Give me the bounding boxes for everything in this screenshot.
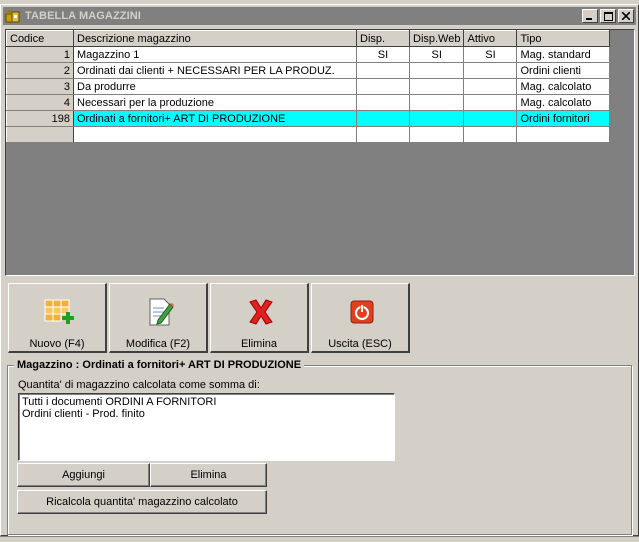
- maximize-button[interactable]: [600, 9, 616, 23]
- cell-tipo[interactable]: Ordini fornitori: [516, 110, 611, 127]
- column-header-codice[interactable]: Codice: [6, 30, 74, 47]
- cell-codice-empty[interactable]: [6, 126, 74, 143]
- list-item[interactable]: Tutti i documenti ORDINI A FORNITORI: [22, 396, 391, 408]
- maximize-icon: [603, 11, 613, 21]
- cell-dispweb[interactable]: [409, 78, 465, 95]
- cell-disp[interactable]: [356, 110, 410, 127]
- ricalcola-button[interactable]: Ricalcola quantita' magazzino calcolato: [17, 490, 267, 514]
- column-header-descrizione[interactable]: Descrizione magazzino: [73, 30, 357, 47]
- cell-dispweb[interactable]: [409, 62, 465, 79]
- table-header-row: Codice Descrizione magazzino Disp. Disp.…: [6, 30, 611, 47]
- cell-codice[interactable]: 198: [6, 110, 74, 127]
- modifica-label: Modifica (F2): [125, 338, 191, 350]
- cell-descrizione[interactable]: Da produrre: [73, 78, 357, 95]
- cell-dispweb-empty[interactable]: [409, 126, 465, 143]
- cell-attivo[interactable]: SI: [463, 46, 518, 63]
- window-title: TABELLA MAGAZZINI: [25, 10, 141, 22]
- cell-tipo-empty[interactable]: [516, 126, 611, 143]
- table-row[interactable]: 1 Magazzino 1 SI SI SI Mag. standard: [6, 46, 611, 63]
- background-status-strip: [0, 536, 639, 542]
- list-item[interactable]: Ordini clienti - Prod. finito: [22, 408, 391, 420]
- table-row-selected[interactable]: 198 Ordinati a fornitori+ ART DI PRODUZI…: [6, 110, 611, 127]
- column-header-dispweb[interactable]: Disp.Web: [408, 30, 465, 47]
- elimina-toolbar-label: Elimina: [240, 338, 278, 350]
- cell-descrizione[interactable]: Ordinati a fornitori+ ART DI PRODUZIONE: [73, 110, 357, 127]
- magazzini-table: Codice Descrizione magazzino Disp. Disp.…: [6, 30, 611, 143]
- cell-dispweb[interactable]: SI: [409, 46, 465, 63]
- column-header-tipo[interactable]: Tipo: [516, 30, 611, 47]
- group-title: Magazzino : Ordinati a fornitori+ ART DI…: [14, 359, 305, 371]
- uscita-button[interactable]: Uscita (ESC): [311, 283, 410, 353]
- column-header-disp[interactable]: Disp.: [356, 30, 410, 47]
- cell-disp[interactable]: SI: [356, 46, 410, 63]
- cell-codice[interactable]: 1: [6, 46, 74, 63]
- delete-x-icon: [245, 296, 277, 328]
- cell-attivo-empty[interactable]: [463, 126, 518, 143]
- cell-disp-empty[interactable]: [356, 126, 410, 143]
- cell-disp[interactable]: [356, 78, 410, 95]
- magazzino-detail-group: Magazzino : Ordinati a fornitori+ ART DI…: [7, 359, 632, 535]
- table-row[interactable]: 3 Da produrre Mag. calcolato: [6, 78, 611, 95]
- cell-dispweb[interactable]: [409, 94, 465, 111]
- cell-tipo[interactable]: Mag. standard: [516, 46, 611, 63]
- cell-tipo[interactable]: Mag. calcolato: [516, 94, 611, 111]
- cell-disp[interactable]: [356, 62, 410, 79]
- elimina-toolbar-button[interactable]: Elimina: [210, 283, 309, 353]
- table-row-new[interactable]: [6, 126, 611, 143]
- close-icon: [622, 12, 630, 20]
- cell-tipo[interactable]: Ordini clienti: [516, 62, 611, 79]
- tabella-magazzini-window: TABELLA MAGAZZINI Codice Descrizione mag…: [0, 4, 639, 536]
- minimize-button[interactable]: [582, 9, 598, 23]
- title-bar[interactable]: TABELLA MAGAZZINI: [3, 7, 636, 25]
- cell-codice[interactable]: 3: [6, 78, 74, 95]
- cell-tipo[interactable]: Mag. calcolato: [516, 78, 611, 95]
- minimize-icon: [586, 18, 592, 20]
- nuovo-label: Nuovo (F4): [29, 338, 85, 350]
- cell-attivo[interactable]: [463, 78, 518, 95]
- cell-codice[interactable]: 2: [6, 62, 74, 79]
- uscita-label: Uscita (ESC): [328, 338, 392, 350]
- cell-descrizione[interactable]: Magazzino 1: [73, 46, 357, 63]
- cell-attivo[interactable]: [463, 62, 518, 79]
- cell-dispweb[interactable]: [409, 110, 465, 127]
- action-toolbar: Nuovo (F4) Modifica (F2) Elimina Uscita …: [8, 283, 412, 353]
- magazzini-grid[interactable]: Codice Descrizione magazzino Disp. Disp.…: [5, 29, 635, 276]
- cell-descrizione[interactable]: Necessari per la produzione: [73, 94, 357, 111]
- cell-descrizione[interactable]: Ordinati dai clienti + NECESSARI PER LA …: [73, 62, 357, 79]
- close-button[interactable]: [618, 9, 634, 23]
- app-icon: [5, 9, 21, 23]
- table-row[interactable]: 4 Necessari per la produzione Mag. calco…: [6, 94, 611, 111]
- cell-disp[interactable]: [356, 94, 410, 111]
- nuovo-button[interactable]: Nuovo (F4): [8, 283, 107, 353]
- cell-codice[interactable]: 4: [6, 94, 74, 111]
- elimina-source-button[interactable]: Elimina: [150, 463, 267, 487]
- table-row[interactable]: 2 Ordinati dai clienti + NECESSARI PER L…: [6, 62, 611, 79]
- cell-attivo[interactable]: [463, 110, 518, 127]
- power-icon: [346, 296, 378, 328]
- edit-icon: [144, 296, 176, 328]
- modifica-button[interactable]: Modifica (F2): [109, 283, 208, 353]
- window-controls: [582, 9, 634, 23]
- cell-attivo[interactable]: [463, 94, 518, 111]
- cell-descrizione-empty[interactable]: [73, 126, 357, 143]
- app-root: TABELLA MAGAZZINI Codice Descrizione mag…: [0, 0, 639, 542]
- aggiungi-button[interactable]: Aggiungi: [17, 463, 150, 487]
- sources-listbox[interactable]: Tutti i documenti ORDINI A FORNITORI Ord…: [18, 393, 395, 461]
- column-header-attivo[interactable]: Attivo: [463, 30, 518, 47]
- calc-description: Quantita' di magazzino calcolata come so…: [18, 379, 260, 391]
- new-record-icon: [43, 296, 75, 328]
